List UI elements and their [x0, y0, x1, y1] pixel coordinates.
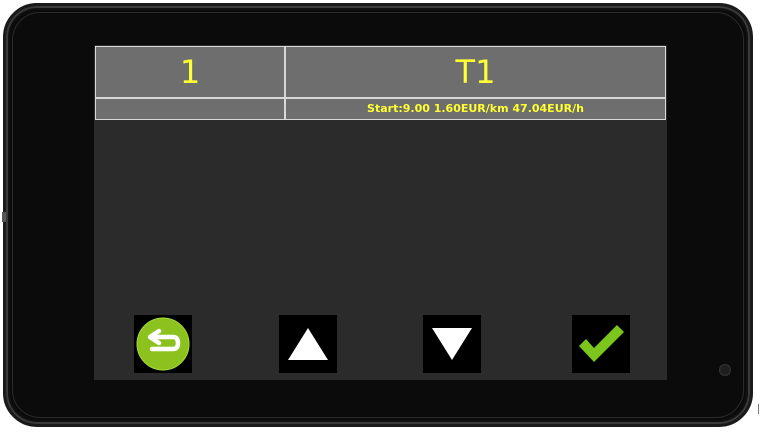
side-button [2, 212, 6, 222]
tariff-name: T1 [285, 46, 666, 98]
display-screen: 1 T1 Start:9.00 1.60EUR/km 47.04EUR/h [94, 45, 667, 380]
confirm-button[interactable] [572, 315, 630, 373]
arrow-up-icon [288, 328, 328, 360]
tariff-index: 1 [95, 46, 285, 98]
checkmark-icon [579, 325, 624, 362]
back-arrow-icon [136, 317, 190, 371]
arrow-down-icon [432, 328, 472, 360]
scroll-up-button[interactable] [279, 315, 337, 373]
scroll-down-button[interactable] [423, 315, 481, 373]
camera-lens [719, 364, 731, 376]
tariff-sub-empty [95, 98, 285, 120]
back-button[interactable] [134, 315, 192, 373]
tariff-info: Start:9.00 1.60EUR/km 47.04EUR/h [285, 98, 666, 120]
tariff-header: 1 T1 Start:9.00 1.60EUR/km 47.04EUR/h [95, 46, 666, 120]
edge-mark [758, 404, 759, 414]
